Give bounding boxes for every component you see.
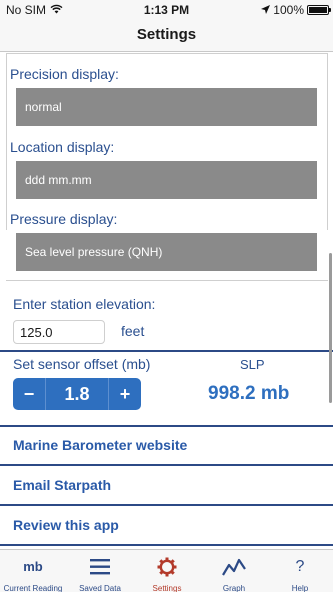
location-display-label: Location display:	[10, 139, 115, 155]
sensor-offset-label: Set sensor offset (mb)	[13, 356, 151, 372]
scroll-indicator[interactable]	[329, 253, 332, 403]
sensor-offset-value: 1.8	[45, 378, 109, 410]
tab-settings[interactable]: Settings	[134, 550, 200, 592]
pressure-display-label: Pressure display:	[10, 211, 118, 227]
pressure-display-select[interactable]: Sea level pressure (QNH)	[16, 233, 317, 271]
tab-label: Help	[291, 584, 309, 592]
section-divider	[0, 350, 333, 352]
pressure-display-value: Sea level pressure (QNH)	[25, 245, 163, 259]
location-arrow-icon	[261, 3, 271, 17]
station-elevation-input[interactable]: 125.0	[13, 320, 105, 344]
page-title: Settings	[136, 26, 197, 43]
email-starpath-link[interactable]: Email Starpath	[13, 477, 111, 493]
tab-current-reading[interactable]: mb Current Reading	[0, 550, 66, 592]
battery-percent: 100%	[273, 3, 304, 17]
mb-text-icon: mb	[23, 558, 43, 574]
section-divider	[0, 464, 333, 466]
precision-display-value: normal	[25, 100, 62, 114]
section-divider	[0, 504, 333, 506]
status-right: 100%	[261, 3, 331, 17]
marine-barometer-website-link[interactable]: Marine Barometer website	[13, 437, 187, 453]
elevation-unit-label: feet	[121, 323, 145, 339]
precision-display-label: Precision display:	[10, 66, 119, 82]
tab-graph[interactable]: Graph	[201, 550, 267, 592]
question-icon: ?	[295, 557, 305, 575]
tab-label: Saved Data	[79, 584, 121, 592]
increment-button[interactable]: +	[109, 378, 141, 410]
navigation-bar: Settings	[0, 20, 333, 52]
settings-scroll-area[interactable]: Precision display: normal Location displ…	[0, 53, 333, 548]
tab-label: Graph	[222, 584, 246, 592]
tab-label: Current Reading	[3, 584, 63, 592]
sensor-offset-stepper[interactable]: − 1.8 +	[13, 378, 141, 410]
station-elevation-value: 125.0	[20, 324, 53, 340]
section-divider	[0, 544, 333, 546]
tab-saved-data[interactable]: Saved Data	[67, 550, 133, 592]
section-divider	[0, 425, 333, 427]
decrement-button[interactable]: −	[13, 378, 45, 410]
slp-label: SLP	[240, 357, 265, 372]
gear-icon	[134, 550, 200, 577]
location-display-value: ddd mm.mm	[25, 173, 92, 187]
group-border-left	[6, 53, 7, 230]
group-border-right	[327, 53, 328, 230]
station-elevation-label: Enter station elevation:	[13, 296, 156, 312]
group-top-divider	[6, 53, 328, 54]
slp-value: 998.2 mb	[208, 383, 290, 404]
battery-icon	[307, 5, 331, 15]
status-bar: No SIM 1:13 PM 100%	[0, 0, 333, 20]
review-app-link[interactable]: Review this app	[13, 517, 119, 533]
tab-bar: mb Current Reading Saved Data Settings G…	[0, 549, 333, 592]
location-display-select[interactable]: ddd mm.mm	[16, 161, 317, 199]
tab-label: Settings	[152, 584, 182, 592]
tab-help[interactable]: ? Help	[267, 550, 333, 592]
list-icon	[67, 550, 133, 576]
graph-icon	[201, 550, 267, 576]
precision-display-select[interactable]: normal	[16, 88, 317, 126]
group-bottom-divider	[6, 280, 328, 281]
